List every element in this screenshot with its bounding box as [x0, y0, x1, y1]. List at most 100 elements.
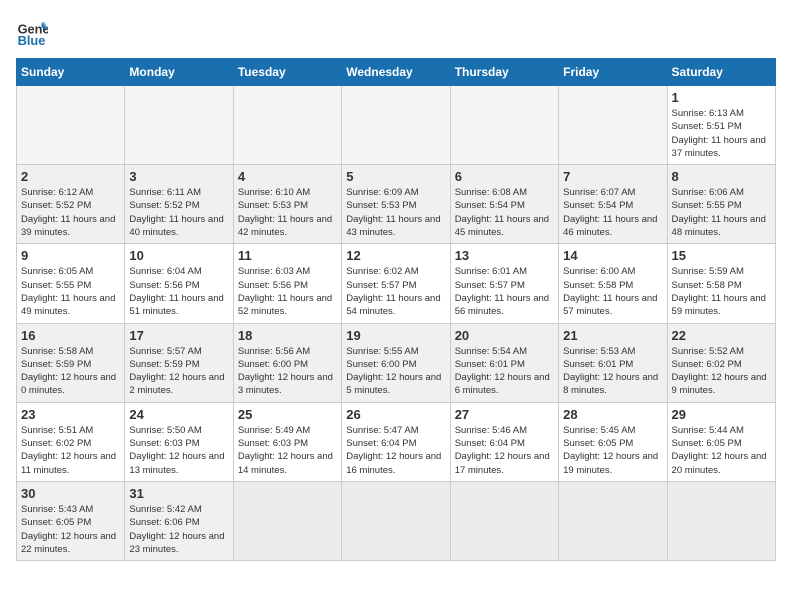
day-number: 22: [672, 328, 771, 343]
day-number: 18: [238, 328, 337, 343]
weekday-header: Sunday: [17, 59, 125, 86]
day-number: 11: [238, 248, 337, 263]
calendar-week-row: 16Sunrise: 5:58 AM Sunset: 5:59 PM Dayli…: [17, 323, 776, 402]
calendar-week-row: 23 Sunrise: 5:51 AM Sunset: 6:02 PM Dayli…: [17, 402, 776, 481]
day-info: Sunrise: 5:50 AM Sunset: 6:03 PM Dayligh…: [129, 424, 228, 477]
calendar-cell: [559, 481, 667, 560]
calendar-cell: 24 Sunrise: 5:50 AM Sunset: 6:03 PM Dayli…: [125, 402, 233, 481]
calendar-cell: [233, 86, 341, 165]
calendar-cell: 19Sunrise: 5:55 AM Sunset: 6:00 PM Dayli…: [342, 323, 450, 402]
day-info: Sunrise: 6:02 AM Sunset: 5:57 PM Dayligh…: [346, 265, 445, 318]
day-info: Sunrise: 6:06 AM Sunset: 5:55 PM Dayligh…: [672, 186, 771, 239]
calendar-cell: 6 Sunrise: 6:08 AM Sunset: 5:54 PM Daylig…: [450, 165, 558, 244]
day-number: 9: [21, 248, 120, 263]
calendar-cell: 8 Sunrise: 6:06 AM Sunset: 5:55 PM Daylig…: [667, 165, 775, 244]
calendar-cell: 17 Sunrise: 5:57 AM Sunset: 5:59 PM Dayli…: [125, 323, 233, 402]
day-number: 28: [563, 407, 662, 422]
day-info: Sunrise: 6:05 AM Sunset: 5:55 PM Dayligh…: [21, 265, 120, 318]
day-info: Sunrise: 6:04 AM Sunset: 5:56 PM Dayligh…: [129, 265, 228, 318]
calendar-week-row: 2Sunrise: 6:12 AM Sunset: 5:52 PM Daylig…: [17, 165, 776, 244]
calendar: SundayMondayTuesdayWednesdayThursdayFrid…: [16, 58, 776, 561]
day-info: Sunrise: 6:12 AM Sunset: 5:52 PM Dayligh…: [21, 186, 120, 239]
calendar-cell: 5 Sunrise: 6:09 AM Sunset: 5:53 PM Daylig…: [342, 165, 450, 244]
day-number: 26: [346, 407, 445, 422]
calendar-cell: 21 Sunrise: 5:53 AM Sunset: 6:01 PM Dayli…: [559, 323, 667, 402]
day-info: Sunrise: 6:01 AM Sunset: 5:57 PM Dayligh…: [455, 265, 554, 318]
calendar-cell: 29Sunrise: 5:44 AM Sunset: 6:05 PM Dayli…: [667, 402, 775, 481]
day-info: Sunrise: 5:59 AM Sunset: 5:58 PM Dayligh…: [672, 265, 771, 318]
day-number: 3: [129, 169, 228, 184]
day-number: 5: [346, 169, 445, 184]
calendar-cell: [125, 86, 233, 165]
day-number: 7: [563, 169, 662, 184]
day-number: 8: [672, 169, 771, 184]
day-info: Sunrise: 5:46 AM Sunset: 6:04 PM Dayligh…: [455, 424, 554, 477]
calendar-cell: 1 Sunrise: 6:13 AM Sunset: 5:51 PM Daylig…: [667, 86, 775, 165]
day-number: 20: [455, 328, 554, 343]
calendar-cell: 12 Sunrise: 6:02 AM Sunset: 5:57 PM Dayli…: [342, 244, 450, 323]
day-info: Sunrise: 5:52 AM Sunset: 6:02 PM Dayligh…: [672, 345, 771, 398]
logo: General Blue: [16, 16, 52, 48]
day-number: 19: [346, 328, 445, 343]
calendar-cell: 13 Sunrise: 6:01 AM Sunset: 5:57 PM Dayli…: [450, 244, 558, 323]
logo-icon: General Blue: [16, 16, 48, 48]
day-info: Sunrise: 5:56 AM Sunset: 6:00 PM Dayligh…: [238, 345, 337, 398]
day-number: 31: [129, 486, 228, 501]
day-number: 23: [21, 407, 120, 422]
calendar-cell: 27Sunrise: 5:46 AM Sunset: 6:04 PM Dayli…: [450, 402, 558, 481]
day-number: 17: [129, 328, 228, 343]
calendar-cell: [450, 86, 558, 165]
calendar-cell: 16Sunrise: 5:58 AM Sunset: 5:59 PM Dayli…: [17, 323, 125, 402]
day-info: Sunrise: 5:57 AM Sunset: 5:59 PM Dayligh…: [129, 345, 228, 398]
calendar-cell: [342, 481, 450, 560]
weekday-header: Friday: [559, 59, 667, 86]
calendar-week-row: 30 Sunrise: 5:43 AM Sunset: 6:05 PM Dayli…: [17, 481, 776, 560]
weekday-header: Monday: [125, 59, 233, 86]
day-number: 14: [563, 248, 662, 263]
calendar-cell: 2Sunrise: 6:12 AM Sunset: 5:52 PM Daylig…: [17, 165, 125, 244]
calendar-week-row: 1 Sunrise: 6:13 AM Sunset: 5:51 PM Daylig…: [17, 86, 776, 165]
calendar-cell: 3 Sunrise: 6:11 AM Sunset: 5:52 PM Daylig…: [125, 165, 233, 244]
day-number: 13: [455, 248, 554, 263]
calendar-cell: 15Sunrise: 5:59 AM Sunset: 5:58 PM Dayli…: [667, 244, 775, 323]
day-number: 4: [238, 169, 337, 184]
day-info: Sunrise: 5:51 AM Sunset: 6:02 PM Dayligh…: [21, 424, 120, 477]
weekday-header: Saturday: [667, 59, 775, 86]
day-number: 24: [129, 407, 228, 422]
day-info: Sunrise: 5:43 AM Sunset: 6:05 PM Dayligh…: [21, 503, 120, 556]
svg-text:Blue: Blue: [18, 33, 46, 48]
day-number: 1: [672, 90, 771, 105]
calendar-cell: 26Sunrise: 5:47 AM Sunset: 6:04 PM Dayli…: [342, 402, 450, 481]
calendar-week-row: 9 Sunrise: 6:05 AM Sunset: 5:55 PM Daylig…: [17, 244, 776, 323]
day-info: Sunrise: 6:09 AM Sunset: 5:53 PM Dayligh…: [346, 186, 445, 239]
day-number: 12: [346, 248, 445, 263]
calendar-cell: [667, 481, 775, 560]
calendar-header-row: SundayMondayTuesdayWednesdayThursdayFrid…: [17, 59, 776, 86]
weekday-header: Wednesday: [342, 59, 450, 86]
day-number: 30: [21, 486, 120, 501]
day-number: 6: [455, 169, 554, 184]
calendar-cell: 31 Sunrise: 5:42 AM Sunset: 6:06 PM Dayli…: [125, 481, 233, 560]
day-info: Sunrise: 5:53 AM Sunset: 6:01 PM Dayligh…: [563, 345, 662, 398]
day-info: Sunrise: 6:13 AM Sunset: 5:51 PM Dayligh…: [672, 107, 771, 160]
day-info: Sunrise: 5:49 AM Sunset: 6:03 PM Dayligh…: [238, 424, 337, 477]
day-info: Sunrise: 5:54 AM Sunset: 6:01 PM Dayligh…: [455, 345, 554, 398]
day-info: Sunrise: 5:58 AM Sunset: 5:59 PM Dayligh…: [21, 345, 120, 398]
day-info: Sunrise: 5:42 AM Sunset: 6:06 PM Dayligh…: [129, 503, 228, 556]
day-info: Sunrise: 6:08 AM Sunset: 5:54 PM Dayligh…: [455, 186, 554, 239]
day-number: 21: [563, 328, 662, 343]
calendar-cell: 14 Sunrise: 6:00 AM Sunset: 5:58 PM Dayli…: [559, 244, 667, 323]
day-info: Sunrise: 5:45 AM Sunset: 6:05 PM Dayligh…: [563, 424, 662, 477]
day-number: 25: [238, 407, 337, 422]
calendar-cell: 11Sunrise: 6:03 AM Sunset: 5:56 PM Dayli…: [233, 244, 341, 323]
calendar-cell: 25 Sunrise: 5:49 AM Sunset: 6:03 PM Dayli…: [233, 402, 341, 481]
day-info: Sunrise: 6:10 AM Sunset: 5:53 PM Dayligh…: [238, 186, 337, 239]
calendar-cell: [559, 86, 667, 165]
day-info: Sunrise: 6:11 AM Sunset: 5:52 PM Dayligh…: [129, 186, 228, 239]
header: General Blue: [16, 16, 776, 48]
weekday-header: Thursday: [450, 59, 558, 86]
day-info: Sunrise: 6:00 AM Sunset: 5:58 PM Dayligh…: [563, 265, 662, 318]
calendar-cell: 23 Sunrise: 5:51 AM Sunset: 6:02 PM Dayli…: [17, 402, 125, 481]
calendar-cell: 18 Sunrise: 5:56 AM Sunset: 6:00 PM Dayli…: [233, 323, 341, 402]
calendar-cell: [17, 86, 125, 165]
